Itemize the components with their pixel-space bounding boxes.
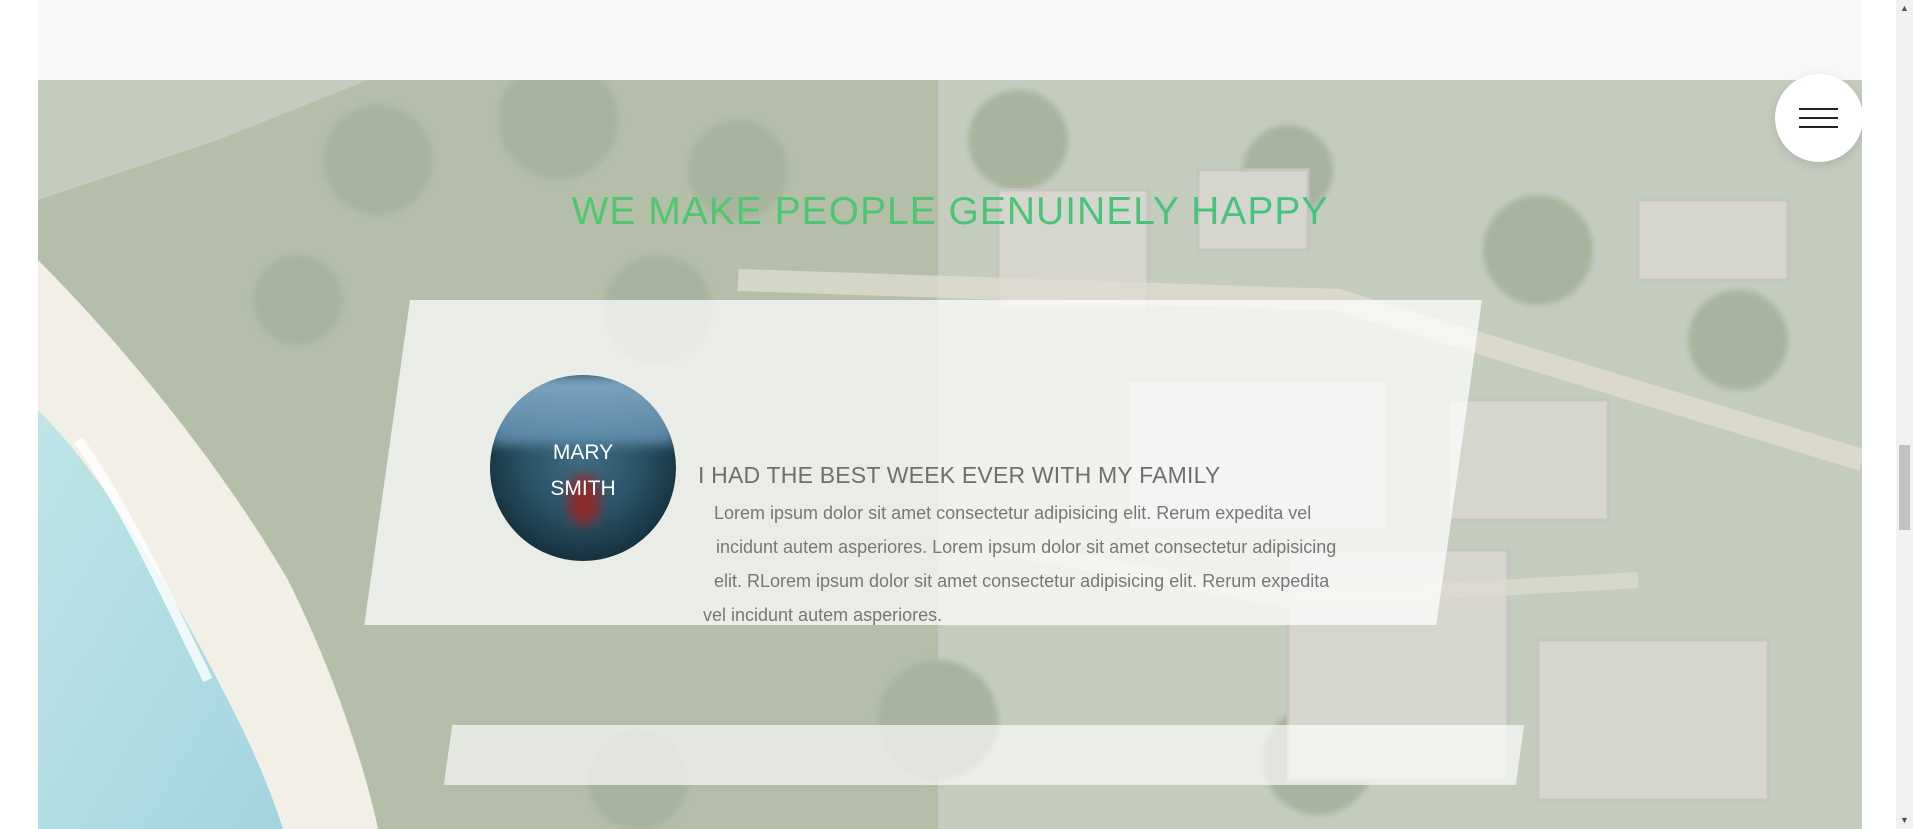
testimonial-author-name: MARY SMITH: [490, 435, 676, 507]
testimonial-body-line: elit. RLorem ipsum dolor sit amet consec…: [714, 571, 1330, 591]
testimonial-body-line: Lorem ipsum dolor sit amet consectetur a…: [714, 503, 1312, 523]
testimonial-body: Lorem ipsum dolor sit amet consectetur a…: [698, 496, 1398, 632]
author-first-name: MARY: [552, 441, 614, 464]
testimonial-body-line: incidunt autem asperiores. Lorem ipsum d…: [716, 537, 1337, 557]
scroll-down-arrow-icon[interactable]: ▼: [1896, 812, 1913, 829]
top-band: [38, 0, 1862, 80]
testimonial-title: I HAD THE BEST WEEK EVER WITH MY FAMILY: [698, 462, 1221, 488]
menu-line: [1799, 108, 1838, 110]
testimonial-body-line: vel incidunt autem asperiores.: [703, 605, 943, 625]
testimonial-card-next: [443, 725, 1525, 785]
menu-line: [1799, 126, 1838, 128]
menu-button[interactable]: [1775, 74, 1862, 162]
menu-line: [1799, 117, 1838, 119]
scroll-up-arrow-icon[interactable]: ▲: [1896, 0, 1913, 17]
author-last-name: SMITH: [550, 477, 616, 500]
testimonial-avatar: MARY SMITH: [490, 375, 676, 561]
section-title: WE MAKE PEOPLE GENUINELY HAPPY: [38, 190, 1862, 234]
vertical-scrollbar[interactable]: ▲ ▼: [1896, 0, 1913, 829]
scrollbar-thumb[interactable]: [1899, 445, 1910, 530]
page: WE MAKE PEOPLE GENUINELY HAPPY MARY SMIT…: [38, 0, 1862, 829]
